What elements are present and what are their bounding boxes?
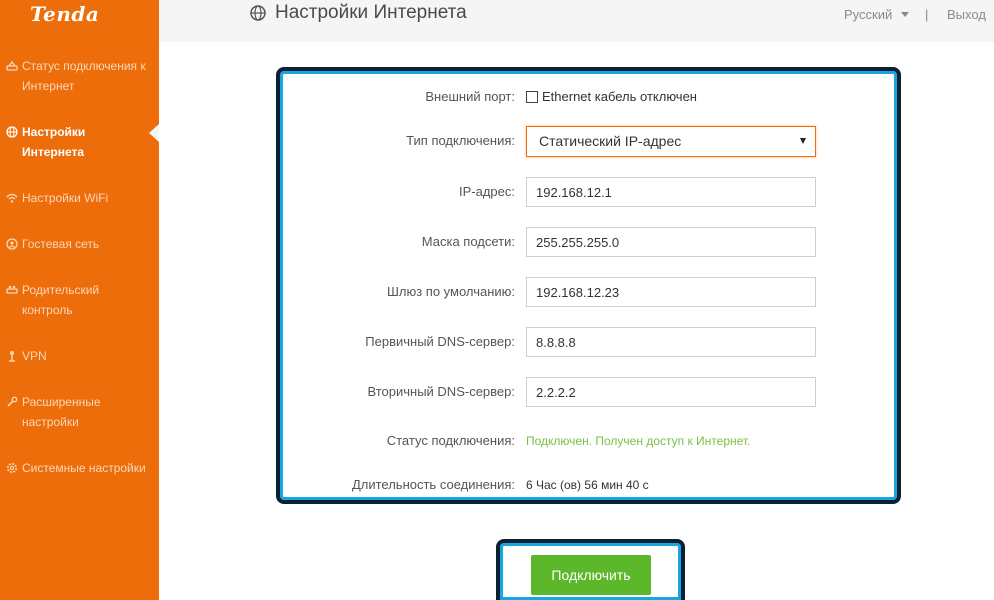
gateway-input[interactable]: [526, 277, 816, 307]
gateway-label: Шлюз по умолчанию:: [386, 284, 515, 299]
connection-type-value: Статический IP-адрес: [539, 133, 682, 149]
gateway-row: Шлюз по умолчанию:: [0, 277, 994, 307]
page-title: Настройки Интернета: [249, 2, 467, 24]
ip-address-input[interactable]: [526, 177, 816, 207]
globe-icon: [250, 5, 266, 21]
wan-port-label: Внешний порт:: [425, 89, 515, 104]
page-title-text: Настройки Интернета: [275, 2, 467, 23]
wan-port-row: Внешний порт: Ethernet кабель отключен: [0, 82, 994, 112]
ip-address-row: IP-адрес:: [0, 177, 994, 207]
connection-status-icon: [6, 56, 22, 76]
ip-address-label: IP-адрес:: [459, 184, 515, 199]
tenda-logo: Tenda: [30, 2, 100, 26]
secondary-dns-label: Вторичный DNS-сервер:: [367, 384, 515, 399]
dropdown-arrow-icon: [800, 138, 806, 144]
subnet-mask-input[interactable]: [526, 227, 816, 257]
primary-dns-row: Первичный DNS-сервер:: [0, 327, 994, 357]
connection-status-label: Статус подключения:: [386, 433, 515, 448]
language-select[interactable]: Русский: [844, 7, 910, 22]
connection-duration-row: Длительность соединения: 6 Час (ов) 56 м…: [0, 470, 994, 500]
header-divider: |: [925, 7, 929, 22]
connection-type-label: Тип подключения:: [406, 133, 515, 148]
secondary-dns-row: Вторичный DNS-сервер:: [0, 377, 994, 407]
connection-duration-label: Длительность соединения:: [351, 477, 515, 492]
language-label: Русский: [844, 7, 893, 22]
header: Настройки Интернета Русский | Выход: [159, 0, 994, 42]
primary-dns-label: Первичный DNS-сервер:: [365, 334, 515, 349]
chevron-down-icon: [901, 12, 910, 17]
connection-type-row: Тип подключения: Статический IP-адрес: [0, 126, 994, 157]
subnet-mask-label: Маска подсети:: [421, 234, 515, 249]
connect-button[interactable]: Подключить: [531, 555, 651, 595]
primary-dns-input[interactable]: [526, 327, 816, 357]
connection-status-value: Подключен. Получен доступ к Интернет.: [526, 434, 751, 448]
subnet-mask-row: Маска подсети:: [0, 227, 994, 257]
connection-type-select[interactable]: Статический IP-адрес: [526, 126, 816, 157]
connection-status-row: Статус подключения: Подключен. Получен д…: [0, 426, 994, 456]
secondary-dns-input[interactable]: [526, 377, 816, 407]
connection-duration-value: 6 Час (ов) 56 мин 40 с: [526, 478, 649, 492]
logout-link[interactable]: Выход: [947, 7, 986, 22]
wan-port-checkbox[interactable]: [526, 91, 538, 103]
wan-port-status: Ethernet кабель отключен: [542, 89, 697, 104]
